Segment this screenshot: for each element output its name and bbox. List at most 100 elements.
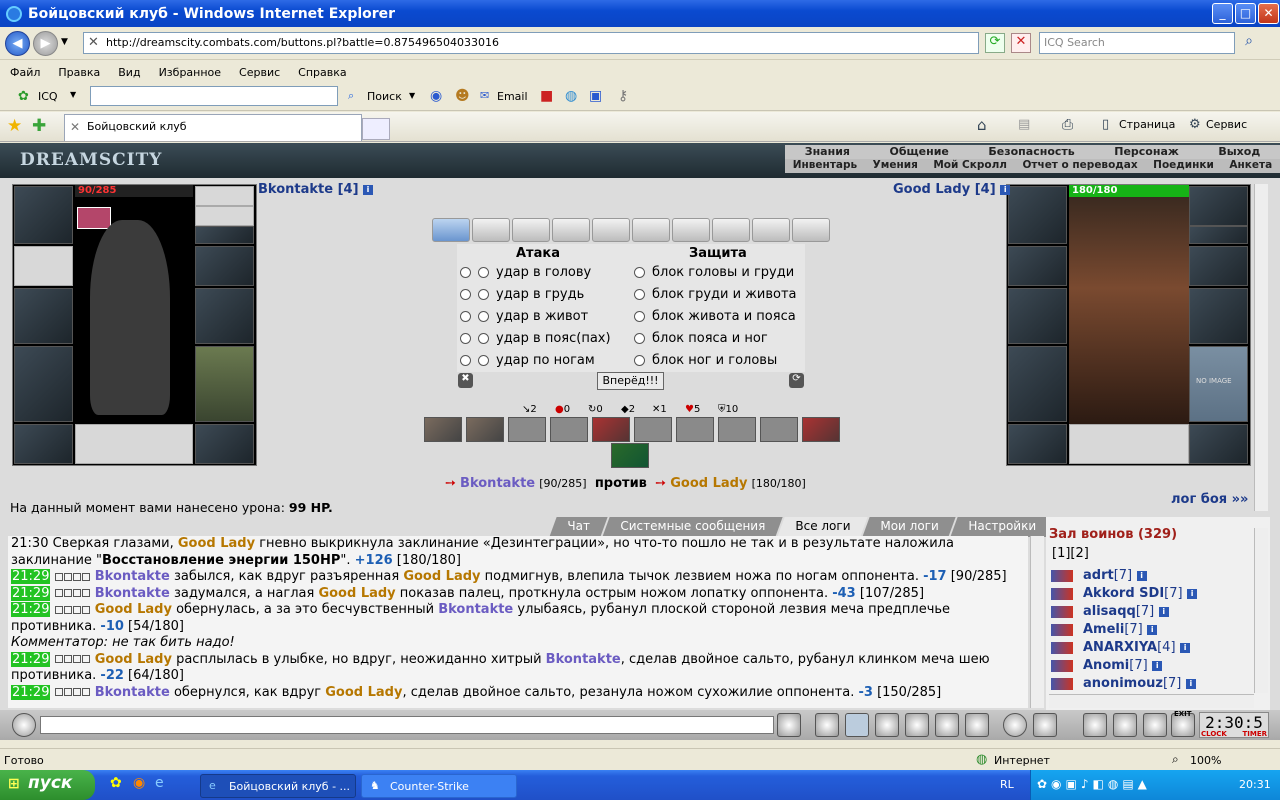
print-icon[interactable]: ⎙: [1062, 117, 1073, 133]
chat-input[interactable]: [40, 716, 774, 734]
back-button[interactable]: ◀: [5, 31, 30, 56]
fighter-icon[interactable]: [905, 713, 929, 737]
skill-icon-1[interactable]: [424, 417, 462, 442]
tab-chat[interactable]: Чат: [549, 517, 608, 537]
skill-icon-11[interactable]: [611, 443, 649, 468]
scroll-slot-3[interactable]: [512, 218, 550, 242]
scroll-slot-7[interactable]: [672, 218, 710, 242]
exit-door-icon[interactable]: EXIT: [1171, 710, 1195, 737]
block-radio[interactable]: [634, 355, 645, 366]
attack-row-legs[interactable]: удар по ногам: [460, 353, 595, 368]
search-input[interactable]: ICQ Search: [1039, 32, 1235, 54]
attack-row-chest[interactable]: удар в грудь: [460, 287, 584, 302]
bracer-slot[interactable]: [14, 246, 73, 286]
smiley-icon[interactable]: [1003, 713, 1027, 737]
user-entry[interactable]: alisaqq[7] i: [1051, 604, 1169, 619]
battle-scrollbar[interactable]: [1254, 184, 1268, 511]
stop-icon[interactable]: ✕: [1011, 33, 1031, 53]
task-cs[interactable]: ♞ Counter-Strike: [361, 774, 517, 798]
nav-character[interactable]: Персонаж: [1114, 145, 1179, 159]
block-radio[interactable]: [634, 311, 645, 322]
nav-exit[interactable]: Выход: [1218, 145, 1260, 159]
save-log-icon[interactable]: [875, 713, 899, 737]
add-favorite-icon[interactable]: ✚: [32, 116, 46, 136]
block-row-3[interactable]: блок живота и пояса: [634, 309, 796, 324]
earrings-slot[interactable]: [195, 186, 254, 206]
amulet-slot[interactable]: [195, 206, 254, 226]
quicklaunch-icon-1[interactable]: ✿: [110, 775, 122, 791]
enemy-bracer-slot[interactable]: [1008, 246, 1067, 286]
tab-settings[interactable]: Настройки: [950, 517, 1054, 537]
vs-player[interactable]: Bkontakte: [460, 476, 535, 491]
block-radio[interactable]: [634, 267, 645, 278]
room-scrollbar[interactable]: [1254, 528, 1268, 693]
auto-battle-icon[interactable]: ⟳: [789, 373, 804, 388]
offhand-slot[interactable]: [195, 288, 254, 344]
attack-radio[interactable]: [460, 289, 471, 300]
forward-button[interactable]: ▶: [33, 31, 58, 56]
skill-icon-3[interactable]: [508, 417, 546, 442]
scroll-slot-5[interactable]: [592, 218, 630, 242]
attack-radio[interactable]: [460, 267, 471, 278]
page-menu[interactable]: Страница: [1119, 118, 1175, 131]
tab-my-logs[interactable]: Мои логи: [862, 517, 956, 537]
inventory-bag-icon[interactable]: [1083, 713, 1107, 737]
buff-icon[interactable]: [77, 207, 111, 229]
armor-slot[interactable]: [14, 346, 73, 422]
attack-radio[interactable]: [460, 311, 471, 322]
attack-row-head[interactable]: удар в голову: [460, 265, 591, 280]
globe-icon[interactable]: ◍: [565, 88, 577, 104]
skill-icon-5[interactable]: [592, 417, 630, 442]
block-row-5[interactable]: блок ног и головы: [634, 353, 777, 368]
feeds-icon[interactable]: ▤: [1018, 117, 1030, 132]
icq-search-field[interactable]: [90, 86, 338, 106]
enemy-rings-slot[interactable]: [1189, 226, 1248, 244]
home-icon[interactable]: ⌂: [977, 116, 987, 134]
scroll-slot-2[interactable]: [472, 218, 510, 242]
search-toolbar-button[interactable]: Поиск: [367, 90, 402, 103]
helmet-slot[interactable]: [14, 186, 73, 244]
skill-icon-10[interactable]: [802, 417, 840, 442]
refresh-battle-icon[interactable]: ✖: [458, 373, 473, 388]
player-name[interactable]: Bkontakte [4] i: [258, 182, 374, 197]
scroll-slot-10[interactable]: [792, 218, 830, 242]
menu-tools[interactable]: Сервис: [239, 66, 280, 79]
attack-radio[interactable]: [478, 333, 489, 344]
tab-game[interactable]: ✕ Бойцовский клуб: [64, 114, 362, 141]
tray-icons[interactable]: ✿◉▣♪◧◍▤▲: [1037, 777, 1151, 791]
key-icon[interactable]: ⚷: [618, 88, 628, 104]
nav-communication[interactable]: Общение: [889, 145, 948, 159]
favorites-star-icon[interactable]: ★: [7, 116, 22, 136]
enemy-weapon-slot[interactable]: [1008, 288, 1067, 344]
user-entry[interactable]: Ameli[7] i: [1051, 622, 1158, 637]
skill-icon-4[interactable]: [550, 417, 588, 442]
chat-scrollbar[interactable]: [1030, 536, 1044, 708]
eraser-icon[interactable]: [815, 713, 839, 737]
scroll-slot-9[interactable]: [752, 218, 790, 242]
room-hscrollbar[interactable]: [1049, 694, 1254, 708]
nav-transfer-report[interactable]: Отчет о переводах: [1022, 159, 1137, 173]
address-bar[interactable]: ✕ http://dreamscity.combats.com/buttons.…: [83, 32, 979, 54]
boots-slot[interactable]: [195, 424, 254, 464]
menu-view[interactable]: Вид: [118, 66, 140, 79]
quicklaunch-ie-icon[interactable]: e: [155, 775, 164, 791]
enemy-gloves-slot[interactable]: [1189, 246, 1248, 286]
skill-icon-6[interactable]: [634, 417, 672, 442]
enemy-armor-slot[interactable]: [1008, 346, 1067, 422]
skill-icon-7[interactable]: [676, 417, 714, 442]
user-entry[interactable]: ANARXIYA[4] i: [1051, 640, 1191, 655]
start-button[interactable]: ⊞ пуск: [0, 770, 95, 800]
compass-icon[interactable]: ◉: [430, 88, 442, 104]
skill-icon-8[interactable]: [718, 417, 756, 442]
smile-face-icon[interactable]: [12, 713, 36, 737]
enemy-name[interactable]: Good Lady [4] i: [893, 182, 1011, 197]
menu-favorites[interactable]: Избранное: [159, 66, 221, 79]
player-info-icon[interactable]: i: [363, 184, 374, 195]
nav-skills[interactable]: Умения: [873, 159, 918, 173]
user-info-icon[interactable]: i: [1152, 660, 1163, 671]
pants-slot[interactable]: [195, 346, 254, 422]
nav-inventory[interactable]: Инвентарь: [793, 159, 857, 173]
fight-icon[interactable]: [1113, 713, 1137, 737]
icq-dropdown-icon[interactable]: ▼: [70, 90, 76, 99]
close-button[interactable]: ✕: [1258, 3, 1279, 24]
